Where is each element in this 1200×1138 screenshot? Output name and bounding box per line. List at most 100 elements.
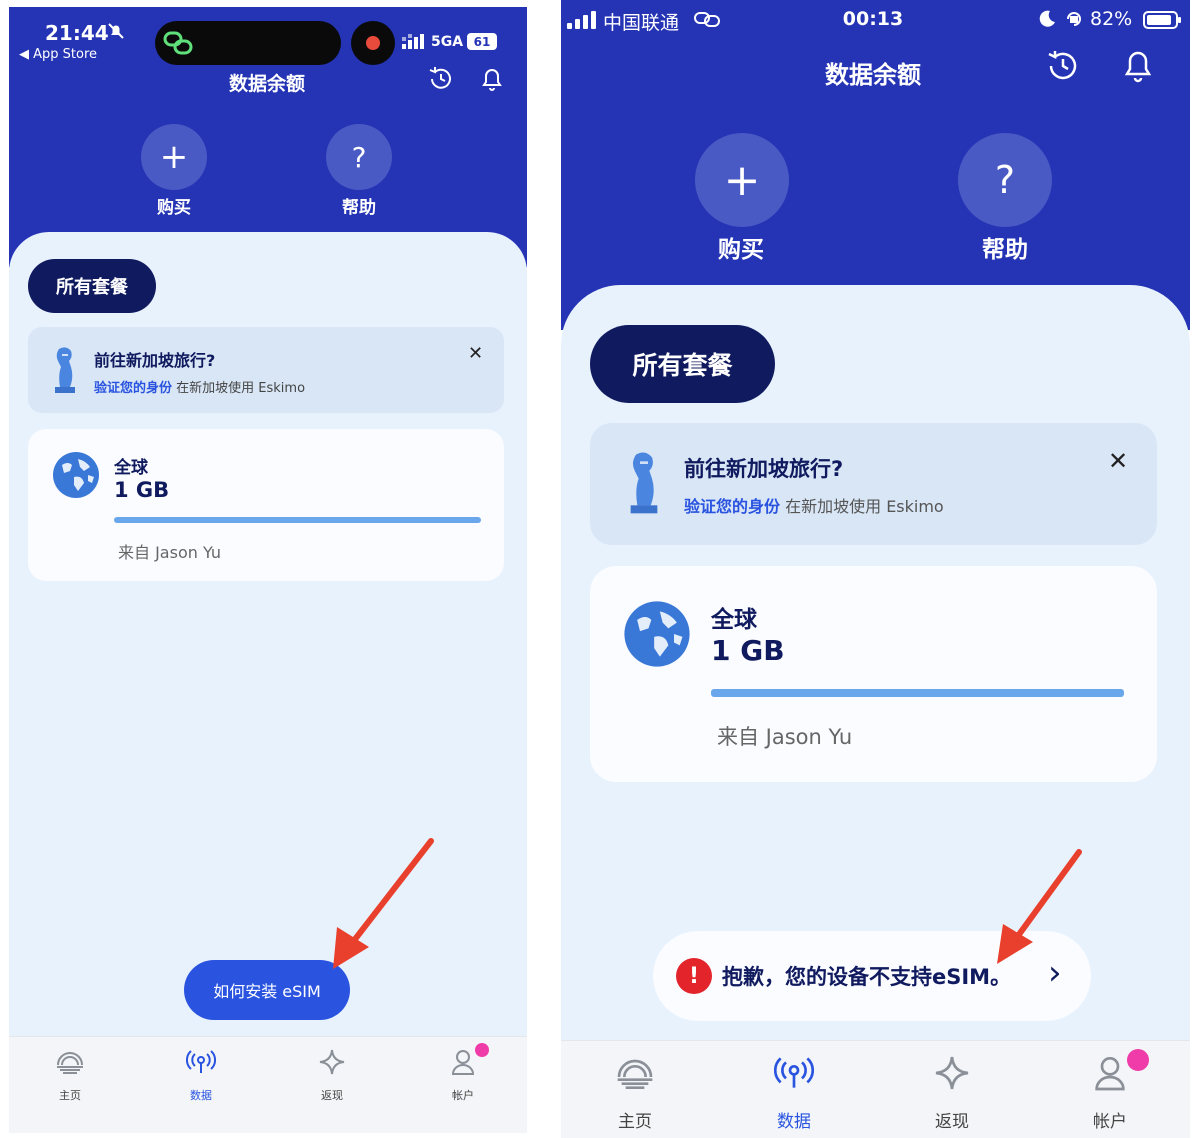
- battery-level: 61: [473, 34, 491, 49]
- notification-badge: [1127, 1049, 1149, 1071]
- promo-rest-text: 在新加坡使用 Eskimo: [172, 381, 306, 396]
- help-button[interactable]: ?: [958, 133, 1052, 227]
- bottom-nav: 主页 数据 返现 帐户: [9, 1036, 527, 1133]
- plan-region: 全球: [114, 458, 148, 478]
- link-rings-icon: [162, 28, 194, 58]
- nav-account[interactable]: 帐户: [448, 1049, 478, 1103]
- singapore-promo[interactable]: 前往新加坡旅行? 验证您的身份 在新加坡使用 Eskimo ✕: [590, 423, 1157, 545]
- person-icon: [1090, 1055, 1130, 1095]
- nav-account[interactable]: 帐户: [1090, 1055, 1130, 1132]
- all-plans-label: 所有套餐: [56, 277, 128, 298]
- plan-from: 来自 Jason Yu: [118, 543, 222, 562]
- page-title: 数据余额: [228, 73, 306, 95]
- how-to-install-label: 如何安装 eSIM: [213, 982, 321, 1001]
- globe-icon: [623, 600, 691, 668]
- signal-icon: [565, 10, 599, 30]
- plan-from: 来自 Jason Yu: [717, 725, 853, 749]
- nav-cashback[interactable]: 返现: [932, 1055, 972, 1132]
- status-time: 21:44: [45, 21, 109, 45]
- plus-icon: +: [159, 137, 189, 177]
- error-icon: !: [676, 958, 712, 994]
- plan-amount: 1 GB: [711, 634, 785, 667]
- nav-account-label: 帐户: [452, 1089, 474, 1102]
- moon-icon: [1037, 9, 1057, 29]
- sparkle-icon: [317, 1049, 347, 1079]
- carrier-name: 中国联通: [603, 12, 680, 34]
- person-icon: [448, 1049, 478, 1079]
- nav-cashback-label: 返现: [321, 1089, 343, 1102]
- page-title: 数据余额: [825, 61, 921, 89]
- home-icon: [615, 1055, 655, 1095]
- help-label: 帮助: [982, 237, 1028, 263]
- network-type: 5GA: [431, 34, 464, 50]
- promo-rest-text: 在新加坡使用 Eskimo: [780, 497, 944, 516]
- sparkle-icon: [932, 1055, 972, 1095]
- plan-amount: 1 GB: [114, 478, 170, 502]
- vpn-link-icon: [693, 9, 721, 29]
- record-dot-icon: [366, 36, 380, 50]
- toast-message: 抱歉，您的设备不支持eSIM。: [722, 965, 1012, 989]
- annotation-arrow-icon: [997, 849, 1082, 964]
- signal-icon: [401, 33, 427, 51]
- rotation-lock-icon: [1064, 9, 1084, 29]
- merlion-icon: [50, 345, 80, 397]
- antenna-icon: [185, 1049, 217, 1079]
- nav-data[interactable]: 数据: [185, 1049, 217, 1103]
- nav-data[interactable]: 数据: [773, 1055, 815, 1132]
- home-icon: [55, 1049, 85, 1079]
- silent-bell-icon: [106, 21, 126, 41]
- status-time: 00:13: [842, 8, 904, 30]
- question-icon: ?: [994, 158, 1016, 202]
- close-icon[interactable]: ✕: [468, 343, 483, 364]
- buy-label: 购买: [157, 198, 191, 218]
- data-remaining-bar: [114, 517, 481, 523]
- all-plans-filter[interactable]: 所有套餐: [590, 325, 775, 403]
- singapore-promo[interactable]: 前往新加坡旅行? 验证您的身份 在新加坡使用 Eskimo ✕: [28, 327, 504, 413]
- verify-identity-link[interactable]: 验证您的身份: [94, 381, 172, 396]
- question-icon: ?: [351, 140, 367, 174]
- plus-icon: +: [723, 154, 761, 206]
- nav-account-label: 帐户: [1093, 1112, 1127, 1132]
- close-icon[interactable]: ✕: [1108, 447, 1128, 475]
- merlion-icon: [624, 449, 664, 519]
- buy-button[interactable]: +: [695, 133, 789, 227]
- notification-badge: [475, 1043, 489, 1057]
- verify-identity-link[interactable]: 验证您的身份: [684, 497, 780, 516]
- antenna-icon: [773, 1055, 815, 1095]
- nav-cashback[interactable]: 返现: [317, 1049, 347, 1103]
- battery-percent: 82%: [1090, 8, 1133, 30]
- promo-subtitle: 验证您的身份 在新加坡使用 Eskimo: [684, 493, 944, 517]
- battery-icon: [1143, 10, 1183, 30]
- bell-icon[interactable]: [480, 66, 504, 92]
- header-hero: [561, 0, 1190, 330]
- back-to-app-store[interactable]: ◀ App Store: [19, 47, 97, 62]
- buy-label: 购买: [718, 237, 764, 263]
- globe-icon: [52, 451, 100, 499]
- promo-title: 前往新加坡旅行?: [94, 351, 216, 370]
- history-icon[interactable]: [427, 65, 455, 93]
- all-plans-filter[interactable]: 所有套餐: [28, 259, 156, 313]
- plan-card[interactable]: 全球 1 GB 来自 Jason Yu: [28, 429, 504, 581]
- nav-cashback-label: 返现: [935, 1112, 969, 1132]
- plan-card[interactable]: 全球 1 GB 来自 Jason Yu: [590, 566, 1157, 782]
- nav-home[interactable]: 主页: [55, 1049, 85, 1103]
- bell-icon[interactable]: [1122, 48, 1154, 84]
- plan-region: 全球: [711, 607, 757, 633]
- left-screenshot: 21:44 ◀ App Store 5GA 61 数据余额 + 购买 ? 帮助 …: [9, 7, 527, 1133]
- help-label: 帮助: [342, 198, 376, 218]
- nav-data-label: 数据: [190, 1089, 212, 1102]
- promo-title: 前往新加坡旅行?: [684, 457, 844, 481]
- help-button[interactable]: ?: [326, 124, 392, 190]
- battery-icon: 61: [467, 33, 497, 50]
- right-screenshot: 中国联通 00:13 82% 数据余额 + 购买 ? 帮助 所有套餐 前往新加坡…: [561, 0, 1190, 1138]
- all-plans-label: 所有套餐: [632, 351, 733, 380]
- nav-data-label: 数据: [777, 1112, 811, 1132]
- nav-home-label: 主页: [618, 1112, 652, 1132]
- buy-button[interactable]: +: [141, 124, 207, 190]
- nav-home-label: 主页: [59, 1089, 81, 1102]
- data-remaining-bar: [711, 689, 1124, 697]
- nav-home[interactable]: 主页: [615, 1055, 655, 1132]
- annotation-arrow-icon: [333, 838, 434, 969]
- history-icon[interactable]: [1045, 48, 1081, 84]
- promo-subtitle: 验证您的身份 在新加坡使用 Eskimo: [94, 377, 305, 396]
